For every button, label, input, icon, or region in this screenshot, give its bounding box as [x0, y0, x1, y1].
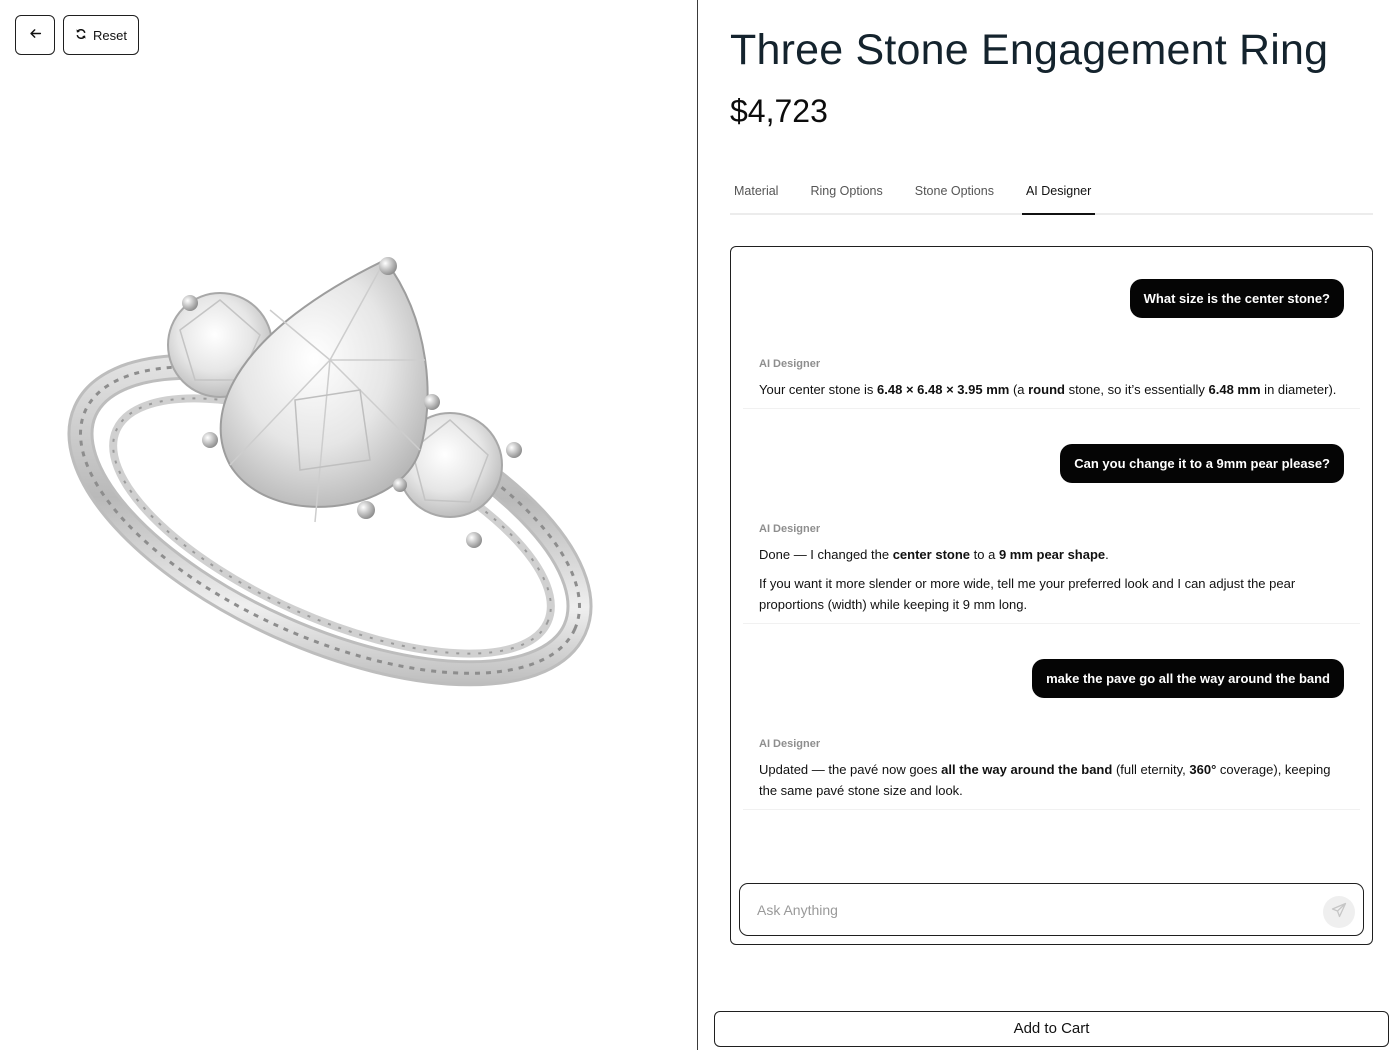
reset-label: Reset: [93, 27, 127, 43]
ai-designer-chat: What size is the center stone? AI Design…: [730, 246, 1373, 945]
product-details: Three Stone Engagement Ring $4,723 Mater…: [698, 0, 1400, 1050]
assistant-name: AI Designer: [759, 738, 821, 750]
back-button[interactable]: [15, 15, 55, 55]
tab-stone-options[interactable]: Stone Options: [911, 172, 998, 213]
product-price: $4,723: [730, 93, 828, 129]
chat-input[interactable]: [741, 885, 1301, 934]
assistant-message: AI Designer Done — I changed the center …: [743, 523, 1360, 624]
tab-ring-options[interactable]: Ring Options: [806, 172, 886, 213]
assistant-message: AI Designer Updated — the pavé now goes …: [743, 738, 1360, 810]
user-message: Can you change it to a 9mm pear please?: [1060, 444, 1344, 483]
chat-input-box: [739, 883, 1364, 936]
user-message: make the pave go all the way around the …: [1032, 659, 1344, 698]
option-tabs: Material Ring Options Stone Options AI D…: [730, 172, 1373, 215]
send-button[interactable]: [1323, 896, 1355, 928]
assistant-name: AI Designer: [759, 523, 821, 535]
refresh-icon: [75, 28, 87, 43]
product-title: Three Stone Engagement Ring: [730, 26, 1329, 74]
assistant-text: If you want it more slender or more wide…: [759, 576, 1296, 612]
reset-button[interactable]: Reset: [63, 15, 139, 55]
assistant-text: Your center stone is 6.48 × 6.48 × 3.95 …: [759, 382, 1337, 397]
send-icon: [1331, 902, 1347, 923]
ring-render-image[interactable]: [40, 240, 620, 710]
product-viewer: Reset: [0, 0, 697, 1050]
assistant-message: AI Designer Your center stone is 6.48 × …: [743, 358, 1360, 409]
assistant-text: Updated — the pavé now goes all the way …: [759, 762, 1331, 798]
tab-material[interactable]: Material: [730, 172, 782, 213]
add-to-cart-button[interactable]: Add to Cart: [714, 1011, 1389, 1047]
arrow-left-icon: [29, 27, 42, 43]
assistant-text: Done — I changed the center stone to a 9…: [759, 547, 1109, 562]
user-message: What size is the center stone?: [1129, 279, 1344, 318]
assistant-name: AI Designer: [759, 358, 821, 370]
tab-ai-designer[interactable]: AI Designer: [1021, 172, 1096, 215]
